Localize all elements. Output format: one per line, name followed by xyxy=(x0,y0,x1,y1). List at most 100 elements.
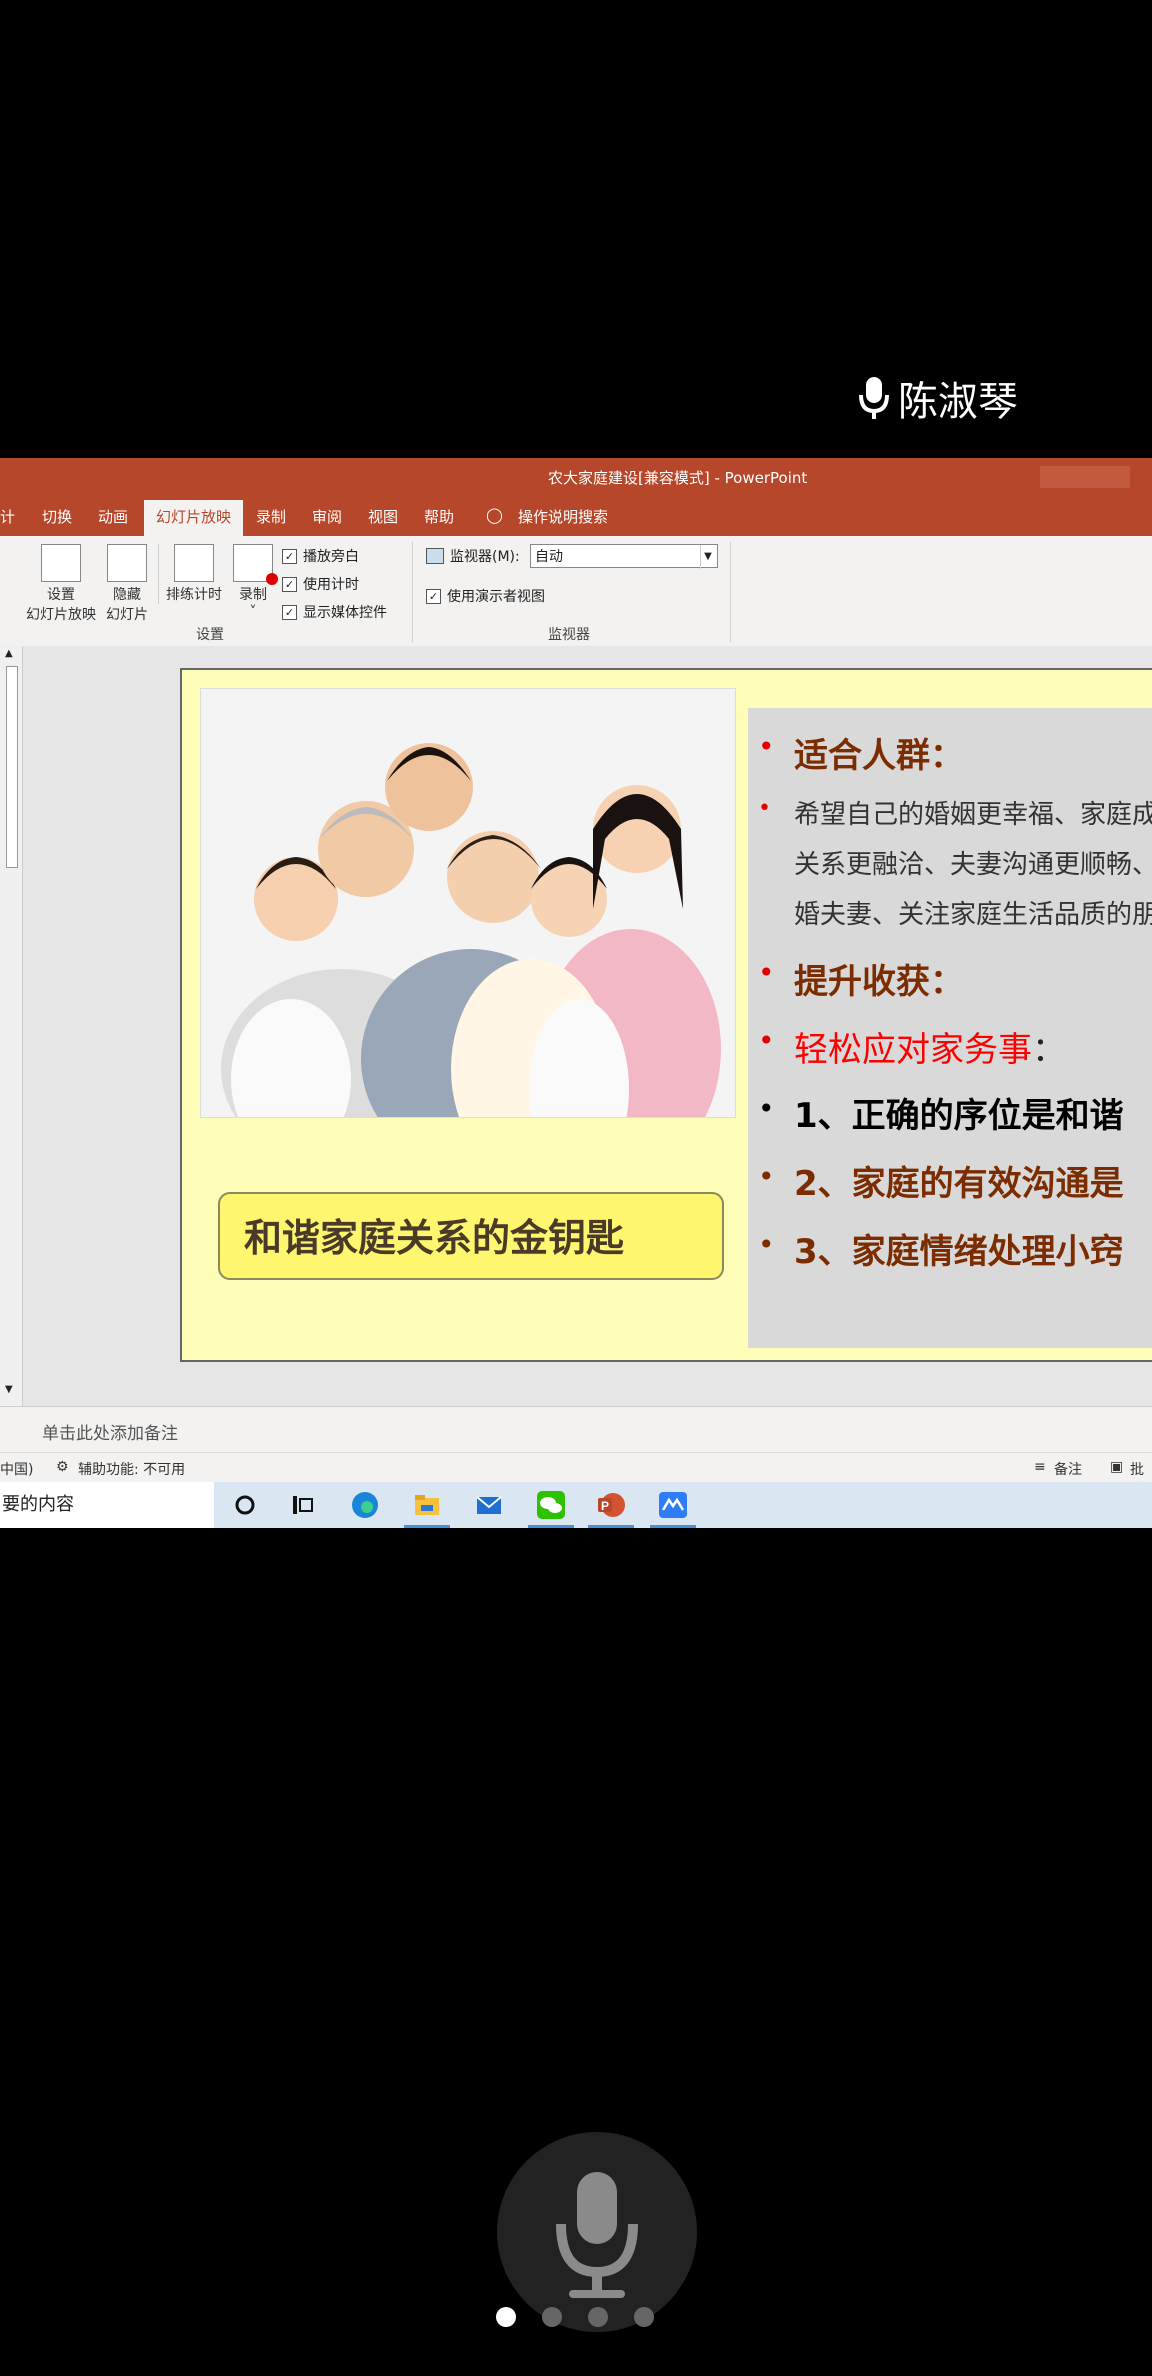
taskbar: 要的内容 P xyxy=(0,1482,1152,1528)
presenter-view-checkbox[interactable]: ✓ 使用演示者视图 xyxy=(426,586,545,606)
wechat-icon[interactable] xyxy=(536,1490,566,1520)
setup-slideshow-button[interactable]: 设置 幻灯片放映 xyxy=(22,544,100,624)
scroll-up-icon[interactable]: ▲ xyxy=(5,648,13,659)
task-view-icon[interactable] xyxy=(288,1490,318,1520)
slide[interactable]: 和谐家庭关系的金钥匙 • 适合人群： • 希望自己的婚姻更幸福、家庭成 关系更融… xyxy=(180,668,1152,1362)
comment-icon[interactable]: ▣ xyxy=(1110,1459,1123,1475)
setup-slideshow-icon xyxy=(41,544,81,582)
scrollbar-thumb[interactable] xyxy=(6,666,18,868)
family-illustration xyxy=(201,689,735,1117)
meeting-app-icon[interactable] xyxy=(658,1490,688,1520)
ribbon-divider xyxy=(412,542,413,642)
tab-view[interactable]: 视图 xyxy=(368,506,398,527)
housework-colon: ： xyxy=(1032,1030,1066,1070)
taskbar-search[interactable]: 要的内容 xyxy=(0,1482,214,1528)
edge-icon[interactable] xyxy=(350,1490,380,1520)
taskbar-running-indicator xyxy=(528,1525,574,1528)
status-bar: 中国) ⚙ 辅助功能: 不可用 ≡ 备注 ▣ 批注 xyxy=(0,1452,1152,1498)
notes-icon[interactable]: ≡ xyxy=(1034,1459,1046,1475)
hide-slide-icon xyxy=(107,544,147,582)
cortana-icon[interactable] xyxy=(230,1490,260,1520)
tab-design[interactable]: 计 xyxy=(0,506,15,527)
tab-slideshow[interactable]: 幻灯片放映 xyxy=(144,500,244,536)
monitor-select[interactable]: 自动 ▼ xyxy=(530,544,718,569)
hide-slide-button[interactable]: 隐藏 幻灯片 xyxy=(102,544,152,624)
family-photo xyxy=(200,688,736,1118)
bullet-icon: • xyxy=(758,1024,775,1057)
voice-button[interactable] xyxy=(497,2132,697,2332)
line-audience-heading: 适合人群： xyxy=(794,736,964,776)
page-dot-active[interactable] xyxy=(496,2307,516,2327)
title-bar-account[interactable] xyxy=(1040,466,1130,488)
ribbon-tabs: 计 切换 动画 幻灯片放映 录制 审阅 视图 帮助 ◯ 操作说明搜索 xyxy=(0,496,1152,536)
group-setup-label: 设置 xyxy=(196,627,224,643)
notes-button[interactable]: 备注 xyxy=(1054,1459,1082,1479)
tab-transitions[interactable]: 切换 xyxy=(42,506,72,527)
group-monitor-label: 监视器 xyxy=(548,627,590,643)
line-point-2: 2、家庭的有效沟通是 xyxy=(794,1164,1124,1204)
bullet-icon: • xyxy=(758,956,775,989)
language-status[interactable]: 中国) xyxy=(0,1459,33,1479)
dropdown-arrow-icon[interactable]: ▼ xyxy=(700,545,715,569)
setup-label-2: 幻灯片放映 xyxy=(26,607,96,623)
powerpoint-icon[interactable]: P xyxy=(596,1490,626,1520)
notes-pane[interactable]: 单击此处添加备注 xyxy=(0,1406,1152,1453)
page-dot[interactable] xyxy=(634,2307,654,2327)
record-button[interactable]: 录制 ˅ xyxy=(232,544,278,620)
monitor-label-text: 监视器(M): xyxy=(450,549,520,565)
title-bar: 农大家庭建设[兼容模式] - PowerPoint xyxy=(0,458,1152,496)
taskbar-running-indicator xyxy=(650,1525,696,1528)
vertical-scrollbar[interactable]: ▲ ▼ xyxy=(0,646,23,1426)
bullet-icon: • xyxy=(758,1160,775,1193)
ribbon-divider xyxy=(158,544,159,604)
rehearse-label: 排练计时 xyxy=(166,587,222,603)
svg-text:P: P xyxy=(601,1499,609,1513)
media-controls-label: 显示媒体控件 xyxy=(303,605,387,621)
scroll-down-icon[interactable]: ▼ xyxy=(5,1384,13,1395)
mail-icon[interactable] xyxy=(474,1490,504,1520)
line-audience-3: 婚夫妻、关注家庭生活品质的朋 xyxy=(794,900,1152,930)
ribbon: 设置 幻灯片放映 隐藏 幻灯片 排练计时 录制 ˅ ✓ 播放旁白 ✓ 使用计时 ✓ 显… xyxy=(0,536,1152,647)
lightbulb-icon: ◯ xyxy=(486,506,503,524)
microphone-icon xyxy=(859,377,889,419)
monitor-label: 监视器(M): xyxy=(426,546,520,566)
page-dot[interactable] xyxy=(542,2307,562,2327)
record-icon xyxy=(233,544,278,585)
rehearse-timings-button[interactable]: 排练计时 xyxy=(162,544,226,604)
tab-animations[interactable]: 动画 xyxy=(98,506,128,527)
bullet-icon: • xyxy=(758,1228,775,1261)
line-point-3: 3、家庭情绪处理小窍 xyxy=(794,1232,1124,1272)
stopwatch-icon xyxy=(174,544,214,582)
chevron-down-icon[interactable]: ˅ xyxy=(232,604,274,620)
timings-label: 使用计时 xyxy=(303,577,359,593)
line-point-1: 1、正确的序位是和谐 xyxy=(794,1096,1124,1136)
monitor-icon xyxy=(426,548,444,564)
bullet-icon: • xyxy=(758,1092,775,1125)
media-controls-checkbox[interactable]: ✓ 显示媒体控件 xyxy=(282,602,387,622)
accessibility-icon[interactable]: ⚙ xyxy=(56,1459,69,1475)
narration-label: 播放旁白 xyxy=(303,549,359,565)
search-text: 要的内容 xyxy=(2,1494,74,1515)
page-dot[interactable] xyxy=(588,2307,608,2327)
housework-text: 轻松应对家务事 xyxy=(794,1030,1032,1070)
bullet-icon: • xyxy=(758,730,775,763)
notes-placeholder[interactable]: 单击此处添加备注 xyxy=(42,1419,178,1444)
tab-record[interactable]: 录制 xyxy=(256,506,286,527)
narration-checkbox[interactable]: ✓ 播放旁白 xyxy=(282,546,359,566)
microphone-icon xyxy=(556,2172,638,2298)
tab-help[interactable]: 帮助 xyxy=(424,506,454,527)
tab-review[interactable]: 审阅 xyxy=(312,506,342,527)
speaker-name: 陈淑琴 xyxy=(898,379,1018,425)
ribbon-divider xyxy=(730,542,731,642)
taskbar-running-indicator xyxy=(588,1525,634,1528)
record-label: 录制 xyxy=(239,587,267,603)
line-housework: 轻松应对家务事： xyxy=(794,1022,1066,1071)
file-explorer-icon[interactable] xyxy=(412,1490,442,1520)
monitor-value: 自动 xyxy=(535,549,563,565)
timings-checkbox[interactable]: ✓ 使用计时 xyxy=(282,574,359,594)
tell-me-search[interactable]: 操作说明搜索 xyxy=(518,506,608,527)
accessibility-status[interactable]: 辅助功能: 不可用 xyxy=(78,1459,185,1479)
presenter-view-label: 使用演示者视图 xyxy=(447,589,545,605)
slide-text-panel: • 适合人群： • 希望自己的婚姻更幸福、家庭成 关系更融洽、夫妻沟通更顺畅、 … xyxy=(748,708,1152,1348)
taskbar-running-indicator xyxy=(404,1525,450,1528)
